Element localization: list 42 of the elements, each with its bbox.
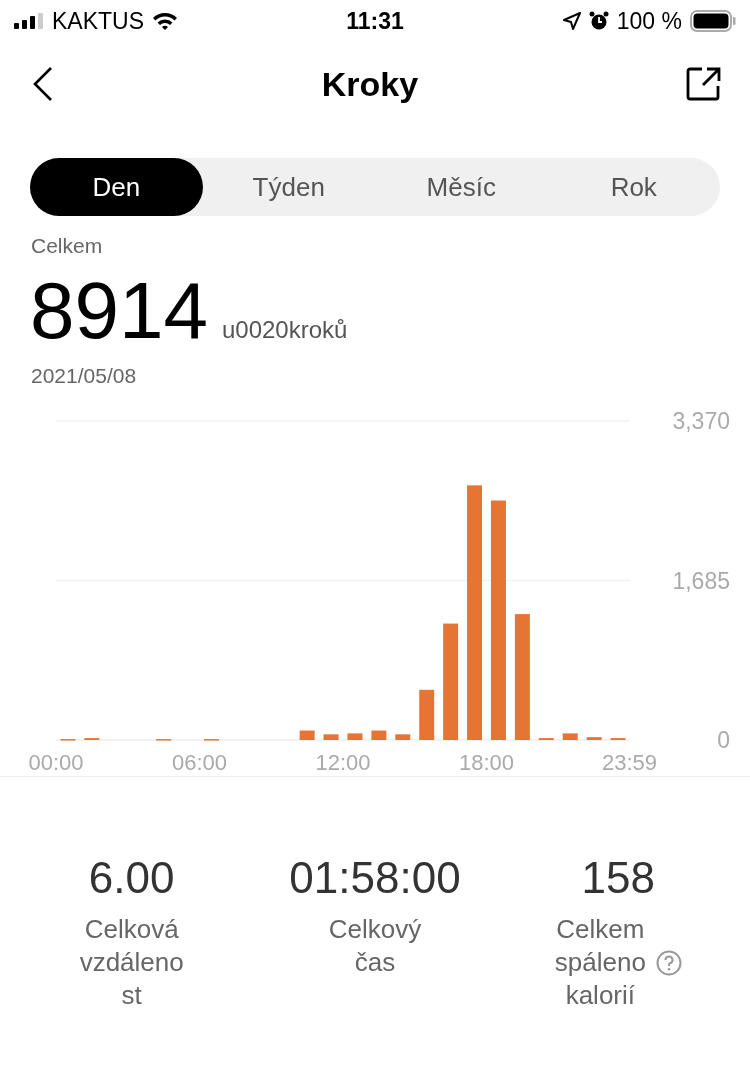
- location-arrow-icon: [562, 12, 581, 30]
- step-bar: [419, 689, 435, 740]
- x-tick-label: 23:59: [602, 750, 658, 775]
- y-tick-label: 3,370: [672, 408, 730, 434]
- battery-percent: 100 %: [616, 7, 682, 35]
- carrier-name: KAKTUS: [52, 7, 145, 35]
- share-icon[interactable]: [686, 66, 722, 102]
- stat-label: Celková vzdáleno st: [79, 913, 184, 1012]
- period-tab[interactable]: Rok: [547, 158, 720, 216]
- screen-title: Kroky: [320, 64, 420, 104]
- wifi-icon: [152, 11, 179, 31]
- clock-time: 11:31: [346, 7, 404, 35]
- step-bar: [586, 737, 602, 740]
- signal-icon: [14, 13, 44, 29]
- x-tick-label: 18:00: [458, 750, 515, 775]
- x-tick-label: 12:00: [315, 750, 371, 775]
- help-icon[interactable]: [655, 949, 682, 976]
- x-tick-label: 00:00: [28, 750, 84, 775]
- stat-value: 158: [581, 853, 656, 903]
- stat-label: Celkem spáleno kalorií: [554, 913, 646, 1012]
- step-bar: [323, 734, 339, 740]
- y-tick-label: 0: [717, 727, 730, 753]
- alarm-clock-icon: [588, 11, 609, 31]
- battery-icon: [690, 10, 736, 32]
- stat-value: 6.00: [88, 853, 175, 903]
- step-bar: [395, 734, 411, 740]
- period-tab[interactable]: Den: [30, 158, 203, 216]
- period-tab[interactable]: Týden: [202, 158, 375, 216]
- step-bar: [562, 733, 578, 740]
- period-tab[interactable]: Měsíc: [375, 158, 548, 216]
- total-label: Celkem: [31, 234, 104, 258]
- step-bar: [371, 730, 387, 740]
- date-label: 2021/05/08: [31, 364, 138, 388]
- step-unit: u0020kroků: [221, 316, 348, 344]
- stat-label: Celkový čas: [328, 913, 422, 979]
- step-bar: [299, 730, 315, 740]
- y-tick-label: 1,685: [672, 567, 730, 594]
- step-count: 8914: [30, 266, 208, 356]
- stat-value: 01:58:00: [289, 853, 461, 903]
- step-bar: [347, 733, 363, 740]
- x-tick-label: 06:00: [171, 750, 228, 775]
- back-icon[interactable]: [32, 66, 54, 102]
